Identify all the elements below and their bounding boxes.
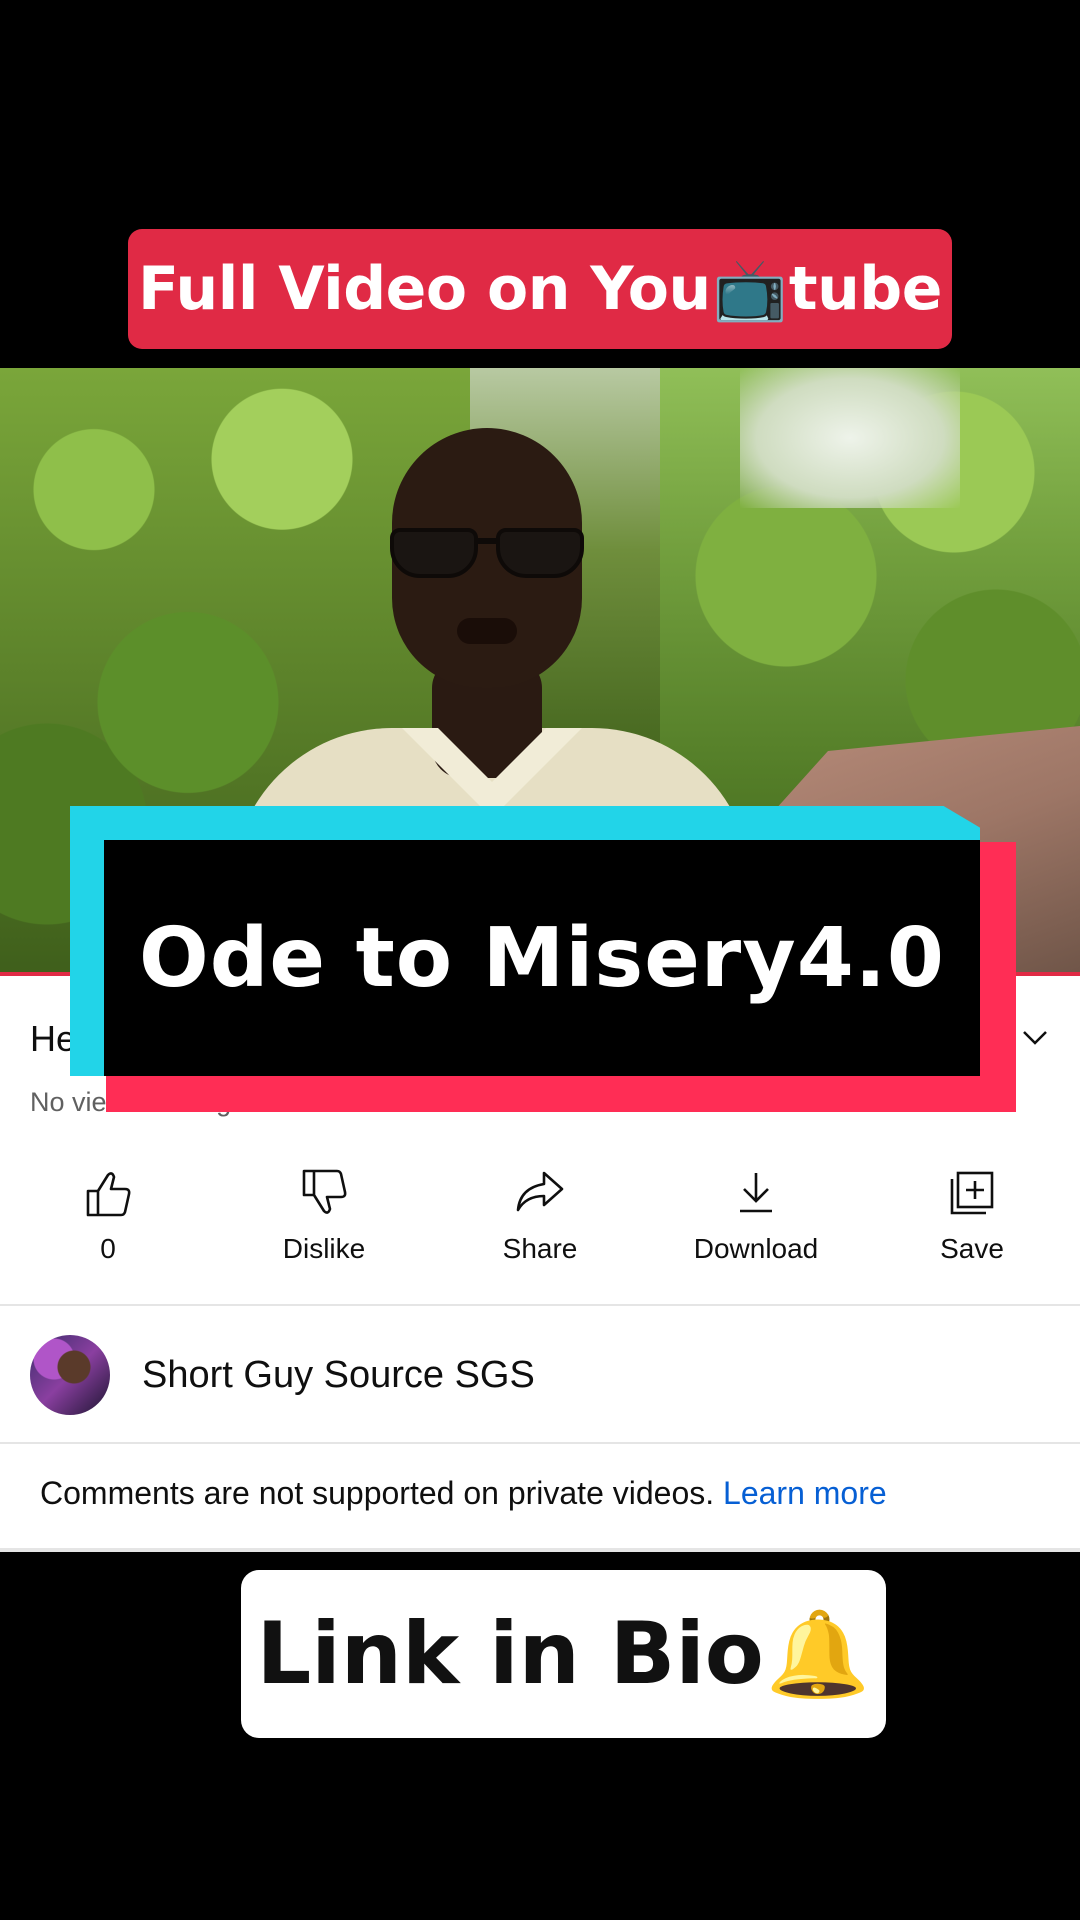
divider: [0, 1548, 1080, 1552]
overlay-title: Ode to Misery4.0: [104, 840, 980, 1076]
share-button[interactable]: Share: [440, 1165, 640, 1275]
link-in-bio-text: Link in Bio: [256, 1604, 764, 1704]
save-icon: [950, 1171, 994, 1215]
thumbs-down-icon: [302, 1169, 347, 1214]
overlay-title-card: Ode to Misery4.0: [70, 806, 1016, 1112]
save-label: Save: [940, 1233, 1004, 1264]
link-in-bio-pill: Link in Bio 🔔: [241, 1570, 886, 1738]
channel-avatar[interactable]: [30, 1335, 110, 1415]
download-label: Download: [693, 1233, 819, 1264]
chevron-down-icon[interactable]: [1020, 1022, 1050, 1052]
sunglasses: [382, 528, 592, 580]
share-label: Share: [502, 1233, 578, 1264]
share-icon: [516, 1171, 564, 1212]
banner-text-end: tube: [788, 254, 943, 324]
divider: [0, 1442, 1080, 1444]
bell-icon: 🔔: [765, 1604, 871, 1703]
tv-icon: 📺: [712, 254, 788, 325]
learn-more-link[interactable]: Learn more: [723, 1475, 887, 1511]
channel-name[interactable]: Short Guy Source SGS: [142, 1354, 535, 1397]
top-banner: Full Video on You 📺 tube: [128, 229, 952, 349]
action-bar: 0 Dislike Share Download Save: [0, 1165, 1080, 1275]
dislike-button[interactable]: Dislike: [224, 1165, 424, 1275]
like-count: 0: [100, 1233, 116, 1264]
download-icon: [740, 1173, 772, 1213]
background-sky: [740, 368, 960, 508]
banner-text-start: Full Video on You: [138, 254, 711, 324]
comments-notice: Comments are not supported on private vi…: [40, 1475, 887, 1512]
divider: [0, 1304, 1080, 1306]
channel-row[interactable]: Short Guy Source SGS: [30, 1334, 535, 1416]
presenter-mouth: [457, 618, 517, 644]
comments-text: Comments are not supported on private vi…: [40, 1475, 724, 1511]
thumbs-up-icon: [86, 1172, 131, 1217]
like-button[interactable]: 0: [8, 1165, 208, 1275]
download-button[interactable]: Download: [656, 1165, 856, 1275]
dislike-label: Dislike: [282, 1233, 366, 1264]
save-button[interactable]: Save: [872, 1165, 1072, 1275]
